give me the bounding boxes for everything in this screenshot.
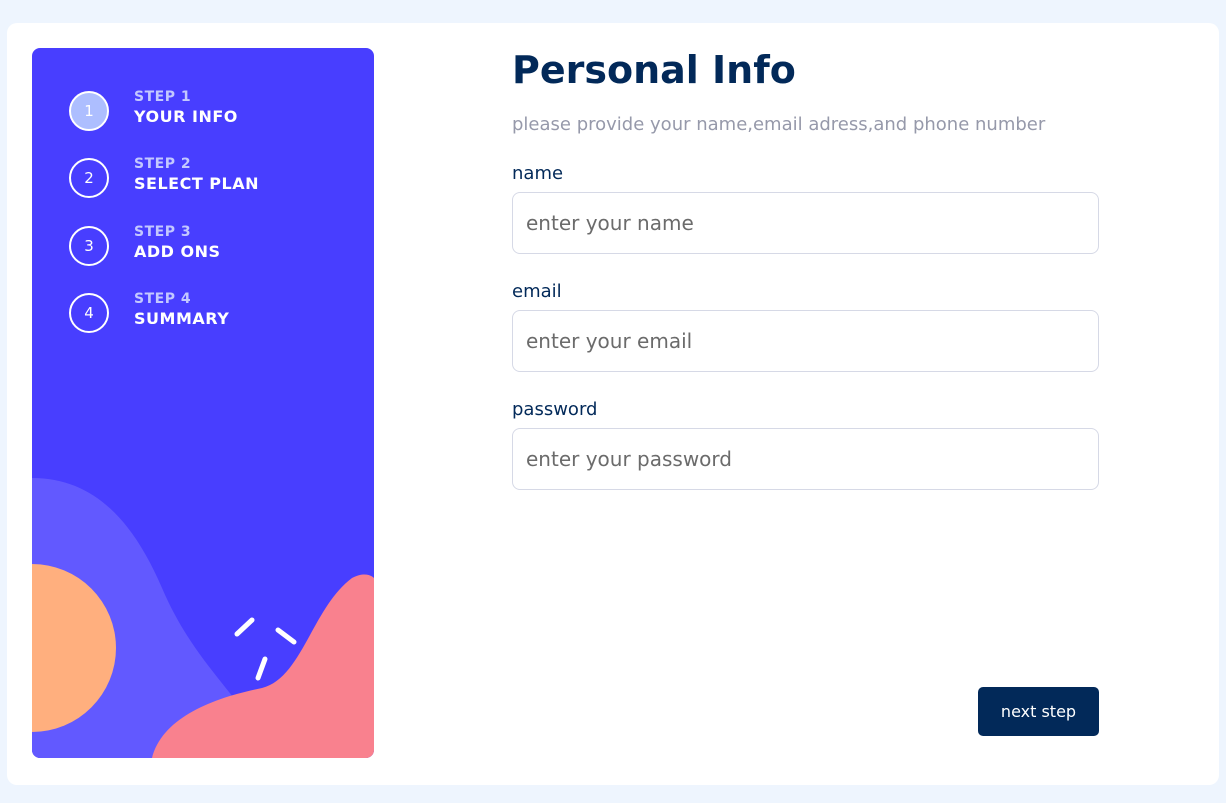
step-number-circle: 3 bbox=[69, 226, 109, 266]
email-label: email bbox=[512, 281, 562, 302]
step-label: STEP 1 bbox=[134, 89, 192, 105]
step-label: STEP 2 bbox=[134, 156, 192, 172]
step-text: STEP 2 SELECT PLAN bbox=[134, 155, 259, 195]
password-label: password bbox=[512, 399, 598, 420]
step-text: STEP 1 YOUR INFO bbox=[134, 88, 238, 128]
step-text: STEP 3 ADD ONS bbox=[134, 223, 221, 263]
step-label: STEP 3 bbox=[134, 224, 192, 240]
step-number-circle: 2 bbox=[69, 158, 109, 198]
step-name: ADD ONS bbox=[134, 242, 221, 261]
step-number-circle: 1 bbox=[69, 91, 109, 131]
sidebar: 1 STEP 1 YOUR INFO 2 STEP 2 SELECT PLAN … bbox=[32, 48, 374, 758]
password-input[interactable] bbox=[512, 428, 1099, 490]
email-input[interactable] bbox=[512, 310, 1099, 372]
form-card: 1 STEP 1 YOUR INFO 2 STEP 2 SELECT PLAN … bbox=[7, 23, 1219, 785]
sparkle-line-3 bbox=[255, 656, 268, 681]
name-input[interactable] bbox=[512, 192, 1099, 254]
step-number-circle: 4 bbox=[69, 293, 109, 333]
page-title: Personal Info bbox=[512, 48, 796, 92]
step-text: STEP 4 SUMMARY bbox=[134, 290, 229, 330]
step-name: SELECT PLAN bbox=[134, 174, 259, 193]
step-name: YOUR INFO bbox=[134, 107, 238, 126]
sparkle-line-2 bbox=[275, 627, 297, 645]
page-subtitle: please provide your name,email adress,an… bbox=[512, 114, 1046, 135]
next-step-button[interactable]: next step bbox=[978, 687, 1099, 736]
name-label: name bbox=[512, 163, 564, 184]
step-label: STEP 4 bbox=[134, 291, 192, 307]
sparkle-line-1 bbox=[234, 617, 255, 637]
step-name: SUMMARY bbox=[134, 309, 230, 328]
